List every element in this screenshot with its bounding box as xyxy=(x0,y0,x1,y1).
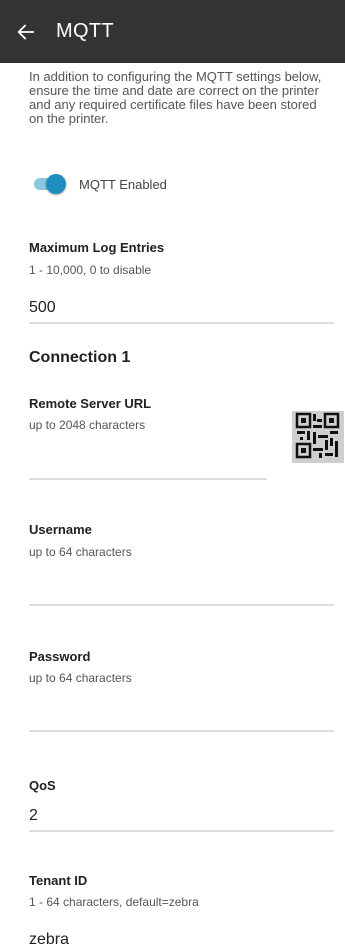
mqtt-enabled-toggle[interactable] xyxy=(32,174,66,194)
qos-input[interactable]: 2 xyxy=(29,807,38,825)
qos-underline xyxy=(29,830,334,832)
scan-qr-button[interactable] xyxy=(292,411,344,463)
toggle-thumb xyxy=(46,174,66,194)
remote-url-underline xyxy=(29,478,267,480)
max-log-hint: 1 - 10,000, 0 to disable xyxy=(29,263,152,277)
password-underline xyxy=(29,730,334,732)
tenant-id-label: Tenant ID xyxy=(29,873,88,888)
arrow-left-icon xyxy=(17,24,35,39)
page-title: MQTT xyxy=(56,20,114,42)
tenant-id-input[interactable]: zebra xyxy=(29,931,69,949)
max-log-input[interactable]: 500 xyxy=(29,299,56,317)
mqtt-enabled-row: MQTT Enabled xyxy=(32,174,167,194)
back-button[interactable] xyxy=(0,0,52,63)
tenant-id-hint: 1 - 64 characters, default=zebra xyxy=(29,895,199,909)
qr-code-icon xyxy=(295,412,340,459)
password-hint: up to 64 characters xyxy=(29,671,132,685)
max-log-label: Maximum Log Entries xyxy=(29,240,165,255)
username-label: Username xyxy=(29,522,92,537)
remote-url-label: Remote Server URL xyxy=(29,396,152,411)
mqtt-enabled-label: MQTT Enabled xyxy=(79,176,167,192)
password-label: Password xyxy=(29,649,91,664)
app-bar: MQTT xyxy=(0,0,345,63)
intro-text: In addition to configuring the MQTT sett… xyxy=(29,69,322,126)
max-log-underline xyxy=(29,322,334,324)
connection-title: Connection 1 xyxy=(29,349,131,366)
remote-url-hint: up to 2048 characters xyxy=(29,418,146,432)
remote-url-input[interactable] xyxy=(29,450,267,474)
username-hint: up to 64 characters xyxy=(29,545,132,559)
password-input[interactable] xyxy=(29,704,334,728)
username-underline xyxy=(29,604,334,606)
qos-label: QoS xyxy=(29,778,56,793)
username-input[interactable] xyxy=(29,578,334,602)
